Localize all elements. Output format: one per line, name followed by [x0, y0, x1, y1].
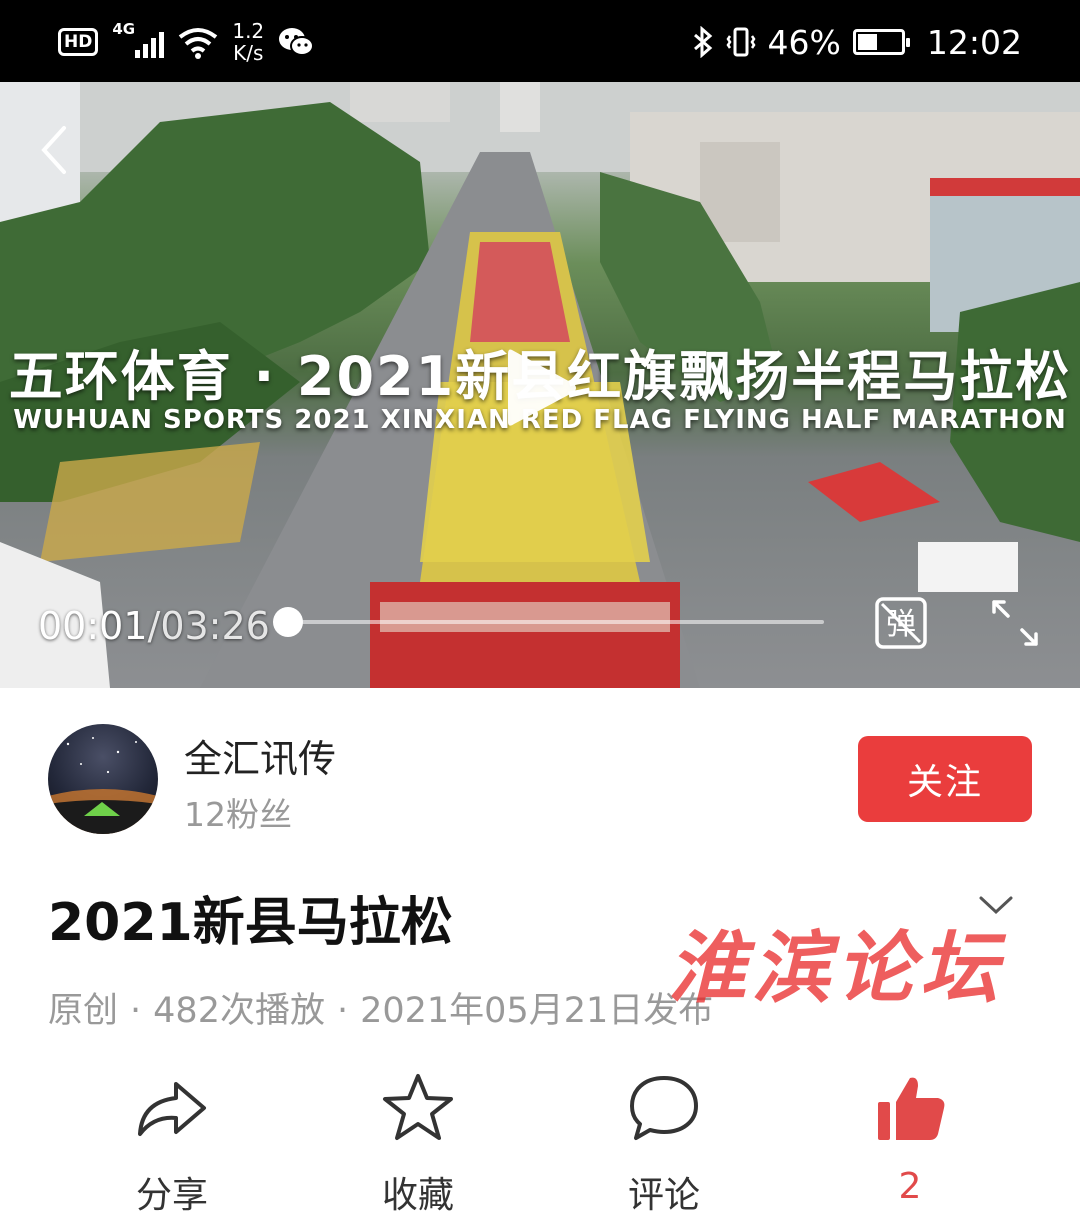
status-bar: HD 4G 1.2 K/s 46% 12:02: [0, 0, 1080, 82]
favorite-button[interactable]: 收藏: [338, 1060, 498, 1220]
wechat-icon: [279, 28, 315, 56]
video-title: 2021新县马拉松: [48, 893, 453, 953]
watermark: 淮滨论坛: [668, 923, 1005, 1014]
progress-knob[interactable]: [272, 607, 303, 637]
fullscreen-icon[interactable]: [988, 596, 1042, 650]
star-icon: [383, 1074, 453, 1140]
like-button[interactable]: 2: [830, 1060, 990, 1220]
status-left: HD 4G 1.2 K/s: [58, 14, 315, 70]
publish-date: 2021年05月21日发布: [360, 991, 714, 1031]
comment-icon: [630, 1076, 698, 1140]
progress-bar[interactable]: [272, 607, 824, 637]
share-label: 分享: [135, 1175, 208, 1216]
share-icon: [138, 1082, 206, 1136]
comment-label: 评论: [627, 1175, 700, 1216]
share-button[interactable]: 分享: [92, 1060, 252, 1220]
status-right: 46% 12:02: [692, 14, 1022, 70]
post-type: 原创: [48, 991, 119, 1031]
hd-badge: HD: [58, 28, 99, 56]
total-time: /03:26: [147, 604, 270, 648]
danmaku-icon[interactable]: 弹: [874, 596, 928, 650]
battery-icon: [852, 29, 910, 55]
network-type: 4G: [112, 20, 136, 38]
bluetooth-icon: [693, 26, 712, 58]
fan-count: 12粉丝: [184, 795, 292, 834]
like-count: 2: [898, 1166, 922, 1207]
play-count: 482次播放: [153, 991, 325, 1031]
back-icon[interactable]: [30, 122, 80, 178]
comment-button[interactable]: 评论: [584, 1060, 744, 1220]
action-bar: 分享 收藏 评论 2: [0, 1060, 1080, 1232]
speed-value: 1.2: [232, 19, 265, 43]
meta-separator: ·: [130, 991, 142, 1031]
thumbs-up-icon: [878, 1077, 945, 1140]
meta-separator: ·: [336, 991, 349, 1031]
wifi-icon: [179, 28, 218, 59]
play-icon[interactable]: [504, 344, 580, 432]
follow-button[interactable]: 关注: [858, 736, 1032, 822]
speed-unit: K/s: [233, 41, 264, 65]
network-speed: 1.2 K/s: [232, 20, 264, 64]
signal-icon: 4G: [112, 20, 165, 60]
current-time: 00:01: [38, 604, 148, 648]
favorite-label: 收藏: [381, 1175, 454, 1216]
playback-time: 00:01/03:26: [38, 604, 270, 648]
battery-percent: 46%: [767, 22, 841, 62]
clock: 12:02: [926, 22, 1022, 62]
video-meta: 原创 · 482次播放 · 2021年05月21日发布: [48, 982, 713, 1033]
author-name[interactable]: 全汇讯传: [184, 728, 336, 783]
avatar[interactable]: [48, 724, 158, 834]
vibrate-icon: [726, 27, 756, 57]
video-player[interactable]: 五环体育 · 2021新县红旗飘扬半程马拉松 WUHUAN SPORTS 202…: [0, 82, 1080, 688]
